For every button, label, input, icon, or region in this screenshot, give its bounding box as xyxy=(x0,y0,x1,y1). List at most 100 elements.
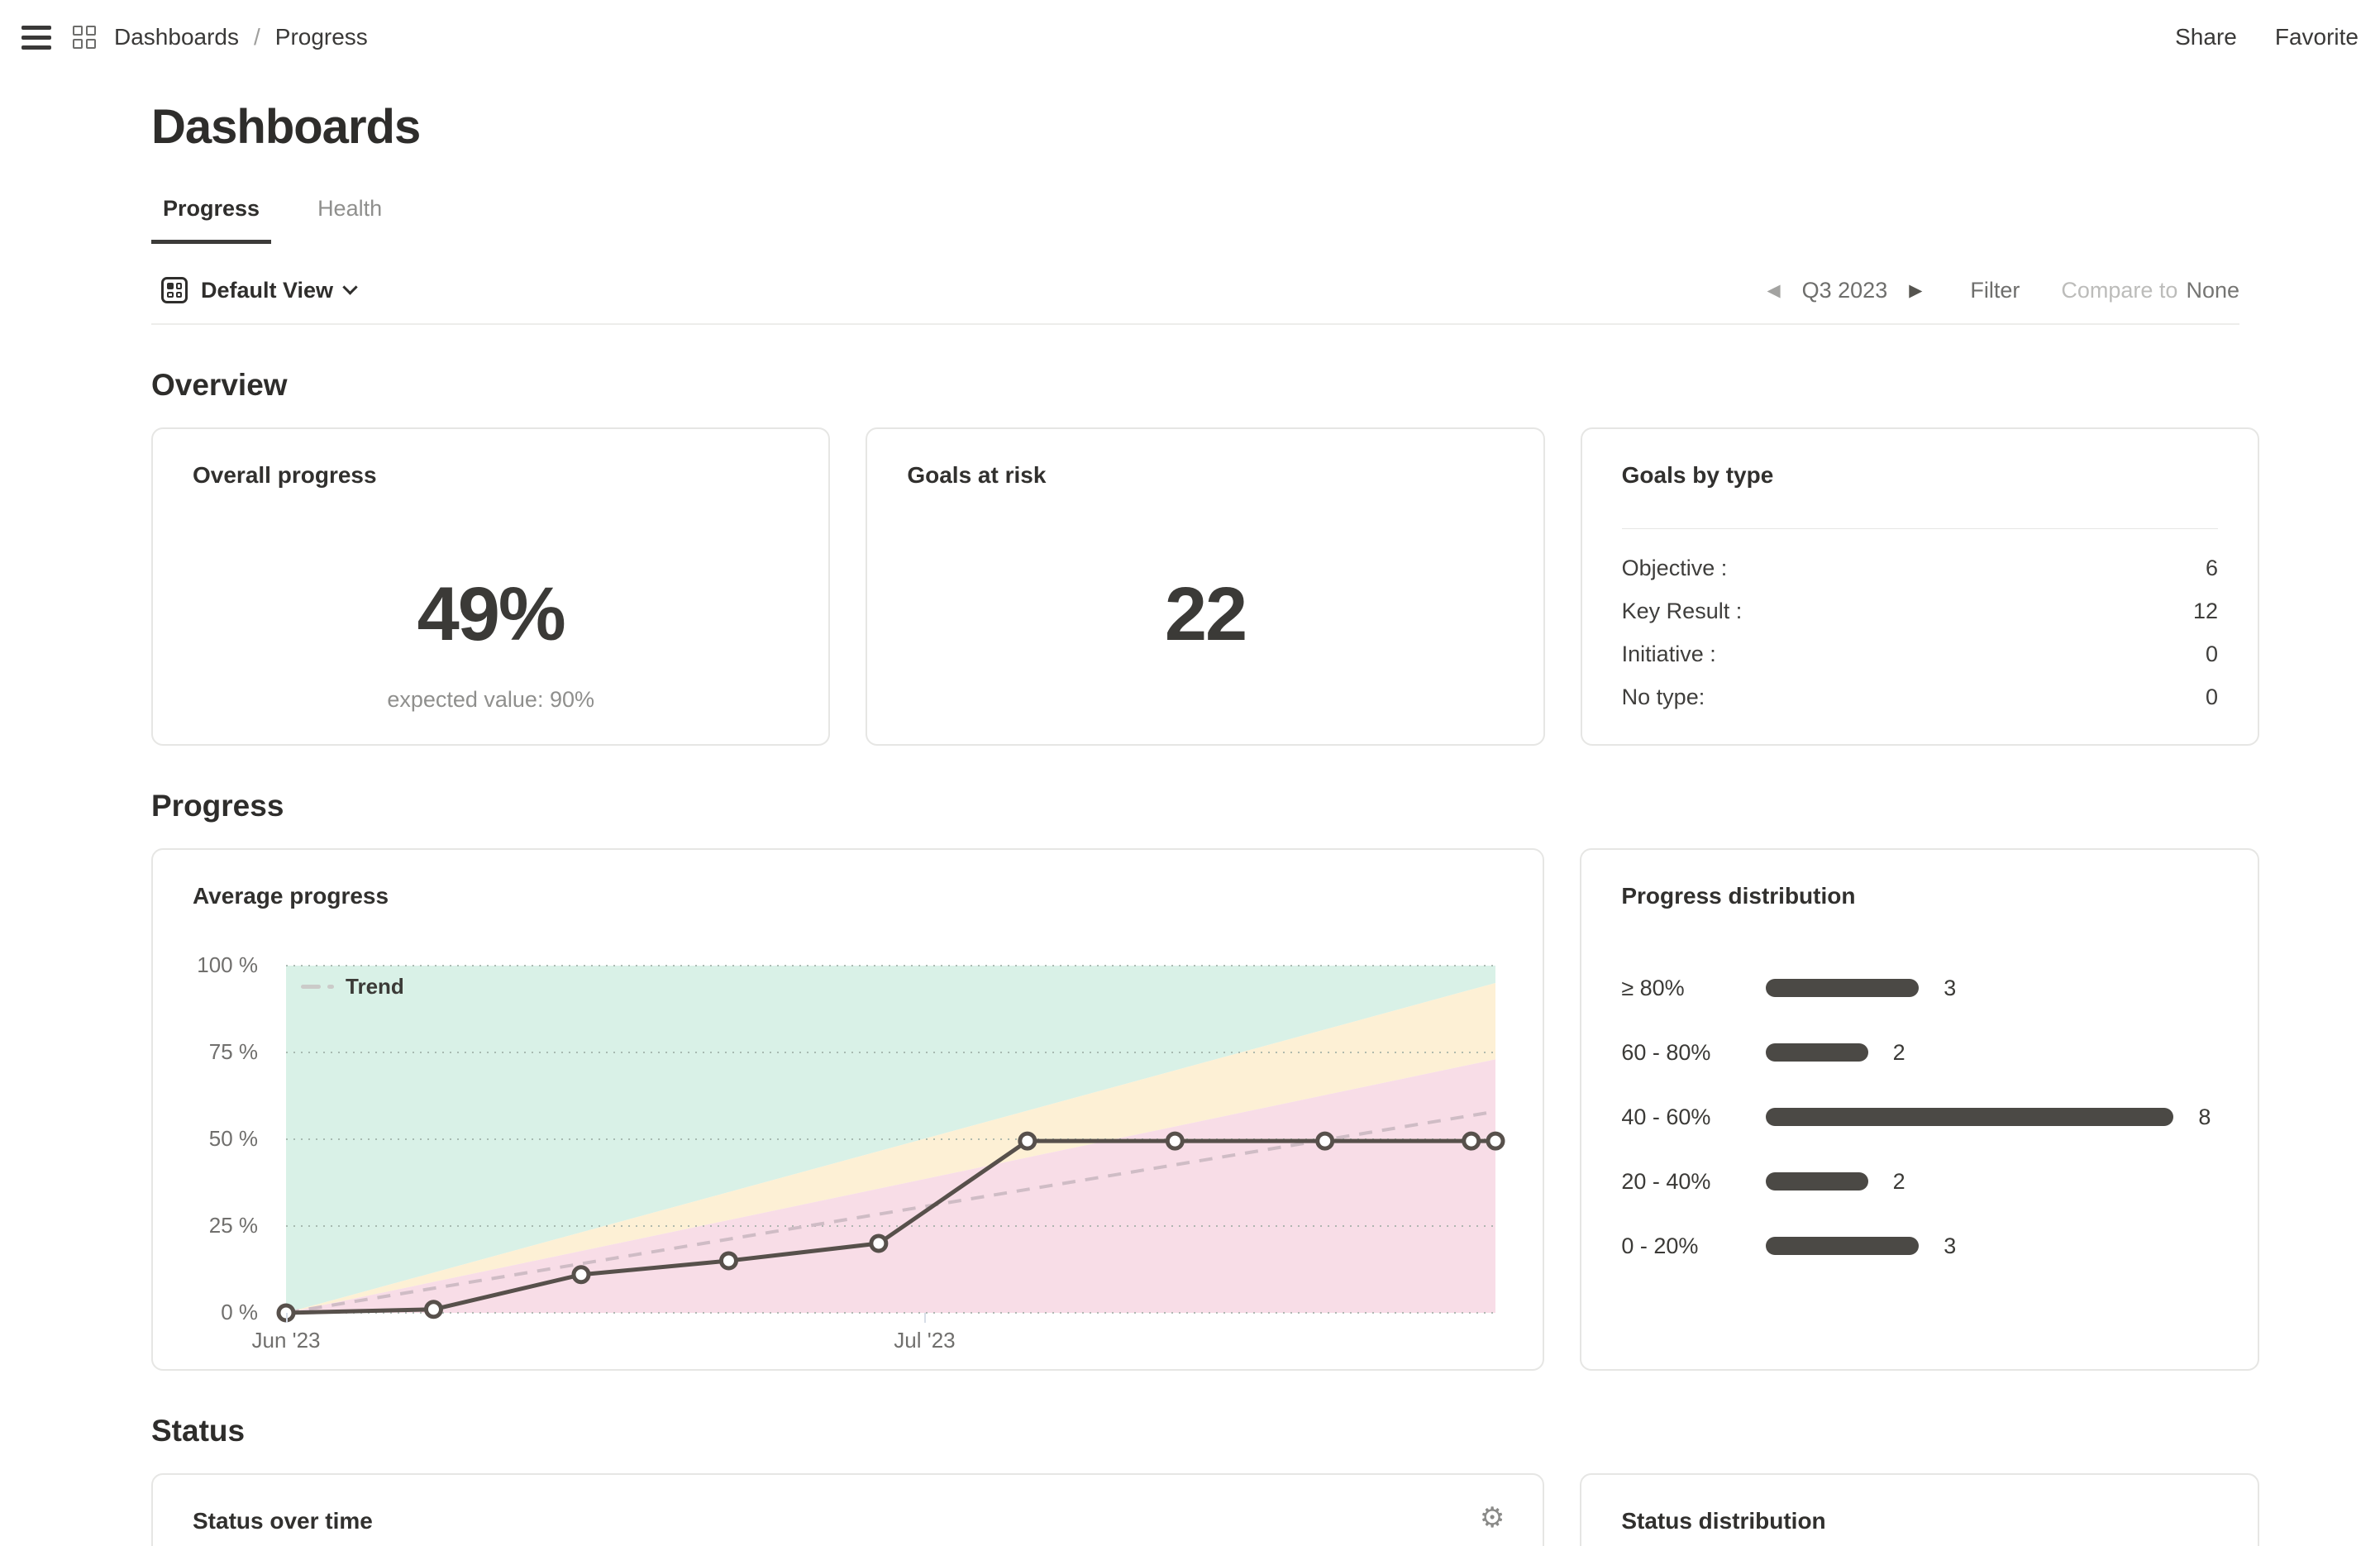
share-button[interactable]: Share xyxy=(2175,24,2237,50)
card-title: Overall progress xyxy=(193,462,377,489)
row-value: 12 xyxy=(2193,599,2218,624)
progress-distribution-card: Progress distribution ≥ 80%360 - 80%240 … xyxy=(1580,848,2259,1371)
distribution-label: ≥ 80% xyxy=(1621,976,1766,1001)
toolbar-right: ◀ Q3 2023 ▶ Filter Compare to None xyxy=(1767,278,2239,303)
breadcrumb-dashboards[interactable]: Dashboards xyxy=(114,24,239,50)
card-title: Status over time xyxy=(193,1508,373,1534)
trend-dash-icon xyxy=(301,985,321,989)
section-status-title: Status xyxy=(151,1414,2259,1448)
favorite-button[interactable]: Favorite xyxy=(2275,24,2359,50)
table-row: No type: 0 xyxy=(1622,675,2218,718)
dashboard-tabs: Progress Health xyxy=(151,196,2259,244)
main-content: Dashboards Progress Health Default View … xyxy=(151,99,2259,1546)
card-title: Progress distribution xyxy=(1621,883,1855,909)
data-point xyxy=(1464,1133,1479,1148)
section-overview-title: Overview xyxy=(151,368,2259,403)
x-axis-label: Jun '23 xyxy=(251,1328,320,1353)
row-label: Key Result : xyxy=(1622,599,1743,624)
distribution-bar xyxy=(1766,1108,2173,1126)
y-axis-label: 100 % xyxy=(153,952,258,978)
next-period-button[interactable]: ▶ xyxy=(1909,280,1922,301)
overall-progress-card: Overall progress 49% expected value: 90% xyxy=(151,427,830,746)
distribution-label: 40 - 60% xyxy=(1621,1105,1766,1130)
row-value: 0 xyxy=(2206,642,2218,667)
distribution-bar xyxy=(1766,1043,1867,1062)
distribution-row: 20 - 40% 2 xyxy=(1621,1149,2218,1214)
breadcrumb: Dashboards / Progress xyxy=(114,24,368,50)
data-point xyxy=(1167,1133,1182,1148)
distribution-label: 0 - 20% xyxy=(1621,1233,1766,1259)
section-progress-title: Progress xyxy=(151,789,2259,823)
row-value: 6 xyxy=(2206,556,2218,581)
gear-icon[interactable]: ⚙ xyxy=(1480,1501,1505,1534)
breadcrumb-separator: / xyxy=(254,24,260,50)
toolbar: Default View ◀ Q3 2023 ▶ Filter Compare … xyxy=(151,277,2239,325)
distribution-count: 2 xyxy=(1893,1169,1905,1195)
overview-cards: Overall progress 49% expected value: 90%… xyxy=(151,427,2259,746)
filter-button[interactable]: Filter xyxy=(1970,278,2020,303)
expected-value-label: expected value: 90% xyxy=(153,687,828,713)
status-cards: Status over time ⚙ Status distribution xyxy=(151,1473,2259,1546)
distribution-label: 20 - 40% xyxy=(1621,1169,1766,1195)
distribution-bar xyxy=(1766,1172,1867,1191)
distribution-row: 0 - 20% 3 xyxy=(1621,1214,2218,1278)
progress-distribution-rows: ≥ 80% 3 60 - 80%2 40 - 60% 8 20 - 40% 2 0 - 20%… xyxy=(1621,956,2218,1278)
distribution-row: 60 - 80%2 xyxy=(1621,1020,2218,1085)
goals-at-risk-value: 22 xyxy=(867,571,1543,658)
y-axis-label: 50 % xyxy=(153,1126,258,1152)
goals-at-risk-card: Goals at risk 22 xyxy=(866,427,1544,746)
card-divider xyxy=(1622,528,2218,529)
y-axis-label: 75 % xyxy=(153,1039,258,1065)
chart-legend: Trend xyxy=(301,974,404,1000)
row-label: No type: xyxy=(1622,685,1705,710)
data-point xyxy=(574,1267,589,1282)
data-point xyxy=(426,1302,441,1317)
distribution-count: 2 xyxy=(1893,1040,1905,1066)
y-axis-label: 25 % xyxy=(153,1213,258,1238)
distribution-count: 8 xyxy=(2198,1105,2211,1130)
chevron-down-icon xyxy=(342,279,357,294)
compare-value: None xyxy=(2186,278,2239,303)
row-label: Objective : xyxy=(1622,556,1728,581)
data-point xyxy=(1020,1133,1035,1148)
status-over-time-card: Status over time ⚙ xyxy=(151,1473,1544,1546)
average-progress-card: Average progress Trend 100 %75 %50 %25 %… xyxy=(151,848,1544,1371)
row-value: 0 xyxy=(2206,685,2218,710)
data-point xyxy=(1318,1133,1333,1148)
view-grid-icon xyxy=(161,277,188,303)
previous-period-button[interactable]: ◀ xyxy=(1767,280,1780,301)
goals-by-type-rows: Objective : 6 Key Result : 12 Initiative… xyxy=(1622,546,2218,718)
compare-prefix: Compare to xyxy=(2061,278,2177,303)
tab-progress[interactable]: Progress xyxy=(151,196,271,244)
average-progress-chart: Trend 100 %75 %50 %25 %0 %Jun '23Jul '23 xyxy=(153,850,1543,1369)
distribution-count: 3 xyxy=(1944,976,1956,1001)
card-title: Goals at risk xyxy=(907,462,1046,489)
distribution-bar xyxy=(1766,979,1919,997)
table-row: Key Result : 12 xyxy=(1622,589,2218,632)
view-selector-label: Default View xyxy=(201,278,333,303)
row-label: Initiative : xyxy=(1622,642,1716,667)
card-title: Goals by type xyxy=(1622,462,1774,489)
view-selector[interactable]: Default View xyxy=(161,277,355,303)
progress-cards: Average progress Trend 100 %75 %50 %25 %… xyxy=(151,848,2259,1371)
legend-label: Trend xyxy=(346,974,404,1000)
compare-to-button[interactable]: Compare to None xyxy=(2061,278,2239,303)
distribution-row: 40 - 60% 8 xyxy=(1621,1085,2218,1149)
topbar: Dashboards / Progress Share Favorite xyxy=(0,0,2380,74)
x-axis-tick xyxy=(924,1313,926,1323)
card-title: Status distribution xyxy=(1621,1508,1825,1534)
dashboards-grid-icon[interactable] xyxy=(73,26,96,49)
page-title: Dashboards xyxy=(151,99,2259,155)
hamburger-menu-icon[interactable] xyxy=(21,26,51,50)
data-point xyxy=(721,1253,736,1268)
overall-progress-value: 49% xyxy=(153,571,828,658)
x-axis-label: Jul '23 xyxy=(894,1328,955,1353)
breadcrumb-progress[interactable]: Progress xyxy=(275,24,368,50)
distribution-count: 3 xyxy=(1944,1233,1956,1259)
trend-dash-icon xyxy=(327,985,334,989)
average-progress-plot xyxy=(286,966,1495,1313)
period-label[interactable]: Q3 2023 xyxy=(1802,278,1888,303)
topbar-actions: Share Favorite xyxy=(2175,24,2359,50)
distribution-row: ≥ 80% 3 xyxy=(1621,956,2218,1020)
tab-health[interactable]: Health xyxy=(306,196,393,244)
